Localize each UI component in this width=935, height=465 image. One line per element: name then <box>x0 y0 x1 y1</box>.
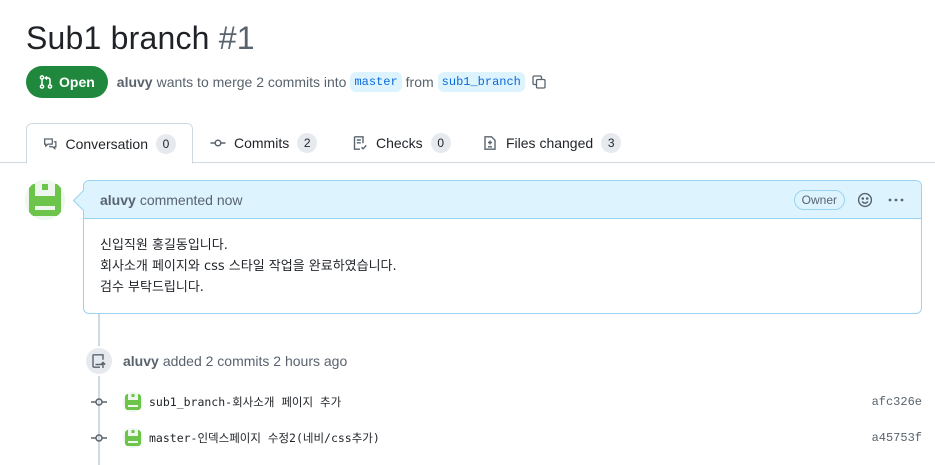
tab-label: Conversation <box>65 135 149 152</box>
commit-row: sub1_branch-회사소개 페이지 추가 afc326e <box>90 391 922 413</box>
pr-number: #1 <box>218 20 255 56</box>
base-branch-link[interactable]: master <box>350 72 402 92</box>
owner-badge: Owner <box>793 190 845 210</box>
identicon-icon <box>123 392 143 412</box>
comment-line: 검수 부탁드립니다. <box>100 280 204 295</box>
repo-push-icon <box>92 354 106 368</box>
event-text: added 2 commits 2 hours ago <box>162 353 348 369</box>
comment-author-link[interactable]: aluvy <box>100 192 136 208</box>
tab-label: Commits <box>234 135 290 151</box>
tab-counter: 0 <box>430 133 451 153</box>
commit-row: master-인덱스페이지 수정2(네비/css추가) a45753f <box>90 427 922 449</box>
git-commit-icon <box>210 139 226 147</box>
comment-body: 신입직원 홍길동입니다. 회사소개 페이지와 css 스타일 작업을 완료하였습… <box>84 219 921 298</box>
pr-title: Sub1 branch #1 <box>26 20 255 57</box>
comment-box: aluvy commented now Owner 신입직원 홍길동입니다. 회… <box>83 180 922 314</box>
comment-line: 신입직원 홍길동입니다. <box>100 238 228 253</box>
tab-label: Checks <box>376 135 423 151</box>
tab-files-changed[interactable]: Files changed 3 <box>466 123 637 163</box>
pr-title-text: Sub1 branch <box>26 20 210 56</box>
comment-line: 회사소개 페이지와 css 스타일 작업을 완료하였습니다. <box>100 259 397 274</box>
avatar[interactable] <box>123 428 143 448</box>
timeline-event: aluvy added 2 commits 2 hours ago <box>84 345 347 377</box>
commit-message-link[interactable]: master-인덱스페이지 수정2(네비/css추가) <box>149 430 380 446</box>
merge-text: wants to merge 2 commits into <box>156 74 347 90</box>
avatar[interactable] <box>25 180 65 220</box>
comment-discussion-icon <box>43 137 57 150</box>
commit-message-link[interactable]: sub1_branch-회사소개 페이지 추가 <box>149 394 341 410</box>
from-text: from <box>405 74 434 90</box>
copy-icon[interactable] <box>531 74 547 90</box>
state-label: Open <box>59 74 95 90</box>
tab-counter: 3 <box>601 133 622 153</box>
identicon-icon <box>25 180 65 220</box>
avatar[interactable] <box>123 392 143 412</box>
git-commit-icon <box>90 430 108 446</box>
commit-sha-link[interactable]: a45753f <box>872 431 922 445</box>
event-author-link[interactable]: aluvy <box>123 353 159 369</box>
tab-label: Files changed <box>506 135 594 151</box>
pr-state-row: Open aluvy wants to merge 2 commits into… <box>26 66 547 98</box>
identicon-icon <box>123 428 143 448</box>
file-diff-icon <box>484 136 496 150</box>
head-branch-link[interactable]: sub1_branch <box>437 72 525 92</box>
kebab-horizontal-icon[interactable] <box>887 192 905 208</box>
tab-checks[interactable]: Checks 0 <box>336 123 467 163</box>
comment-timestamp[interactable]: commented now <box>140 192 243 208</box>
event-badge <box>84 346 114 376</box>
tab-counter: 2 <box>297 133 318 153</box>
state-badge: Open <box>26 66 108 98</box>
tab-counter: 0 <box>156 133 176 154</box>
smiley-icon[interactable] <box>857 192 873 208</box>
comment-header: aluvy commented now Owner <box>84 181 921 219</box>
tab-commits[interactable]: Commits 2 <box>194 123 333 163</box>
git-pull-request-icon <box>39 75 53 89</box>
checklist-icon <box>353 136 367 150</box>
tab-conversation[interactable]: Conversation 0 <box>26 123 193 164</box>
git-commit-icon <box>90 394 108 410</box>
pr-tabs: Conversation 0 Commits 2 Checks 0 Files … <box>0 123 935 164</box>
pr-author-link[interactable]: aluvy <box>117 74 153 90</box>
commit-sha-link[interactable]: afc326e <box>872 395 922 409</box>
